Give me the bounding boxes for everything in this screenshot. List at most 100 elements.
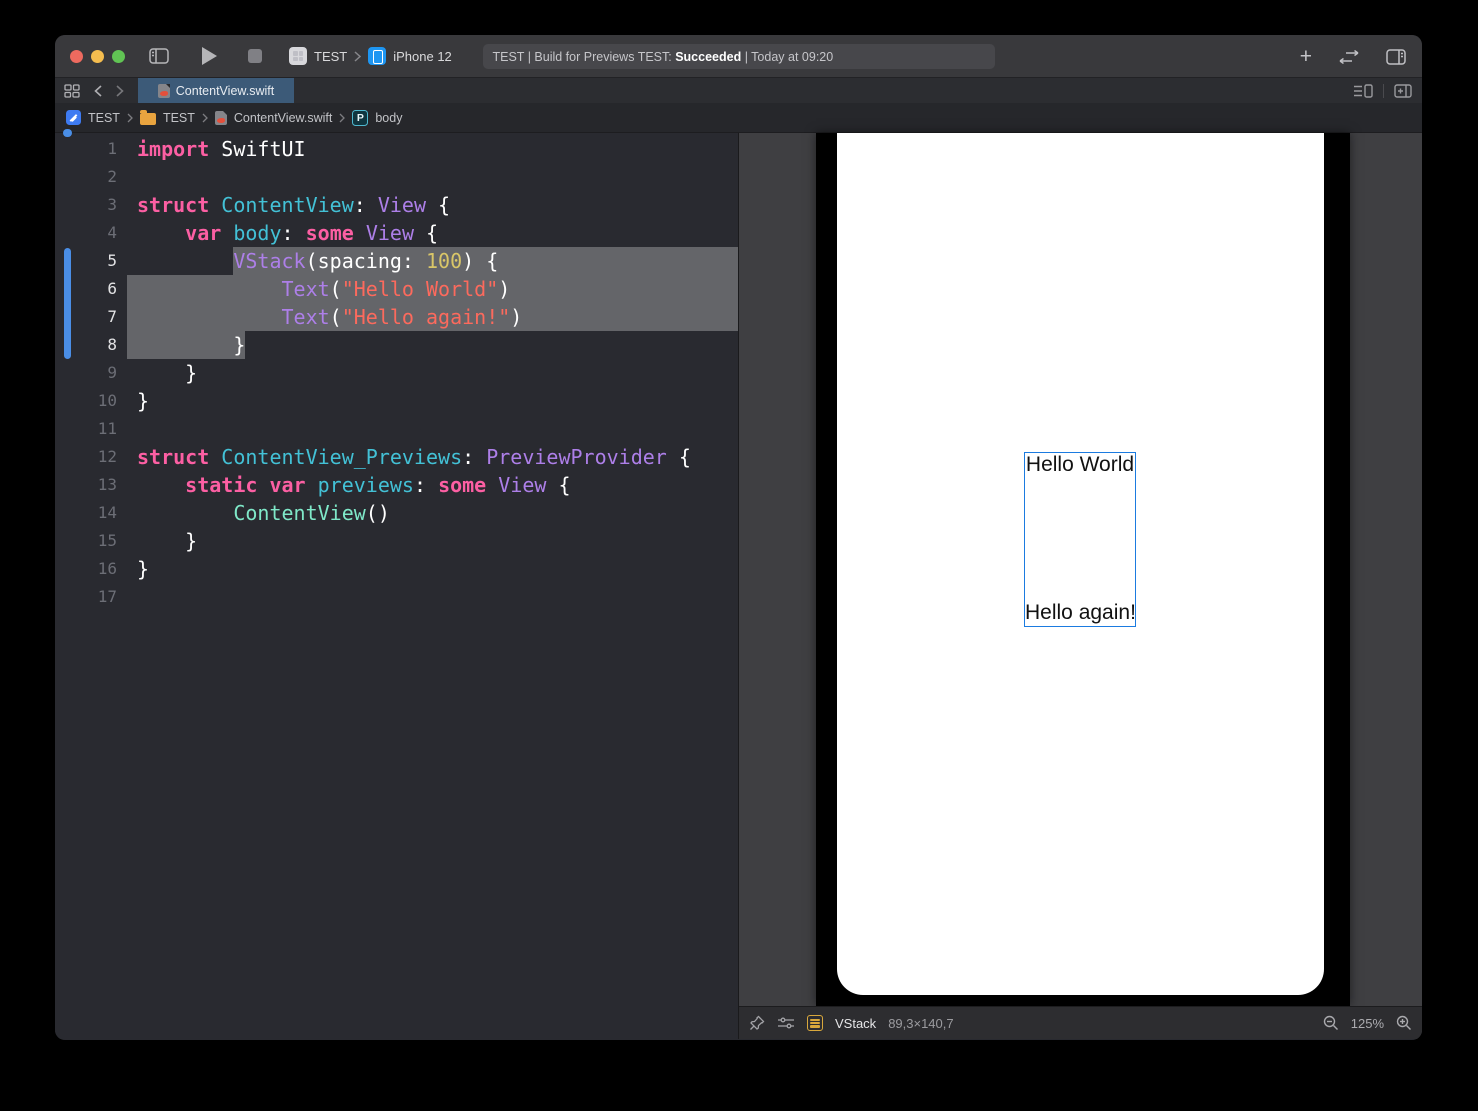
zoom-level[interactable]: 125%	[1351, 1016, 1384, 1031]
code-line[interactable]: 15 }	[55, 527, 738, 555]
line-number[interactable]: 2	[55, 163, 127, 191]
forward-navigation-icon[interactable]	[116, 85, 124, 97]
code-text[interactable]	[127, 583, 738, 611]
code-line[interactable]: 17	[55, 583, 738, 611]
code-line[interactable]: 1import SwiftUI	[55, 135, 738, 163]
change-marker-dot	[63, 129, 72, 137]
line-number[interactable]: 9	[55, 359, 127, 387]
code-line[interactable]: 13 static var previews: some View {	[55, 471, 738, 499]
line-number[interactable]: 4	[55, 219, 127, 247]
jumpbar-item-group[interactable]: TEST	[163, 111, 195, 125]
code-line[interactable]: 3struct ContentView: View {	[55, 191, 738, 219]
line-number[interactable]: 14	[55, 499, 127, 527]
token-pl: ) {	[462, 249, 498, 273]
code-text[interactable]: }	[127, 527, 738, 555]
code-text[interactable]: struct ContentView: View {	[127, 191, 738, 219]
line-number[interactable]: 3	[55, 191, 127, 219]
jumpbar-item-file[interactable]: ContentView.swift	[234, 111, 332, 125]
code-line[interactable]: 10}	[55, 387, 738, 415]
line-number[interactable]: 11	[55, 415, 127, 443]
code-line[interactable]: 14 ContentView()	[55, 499, 738, 527]
run-destination: iPhone 12	[393, 49, 452, 64]
run-button[interactable]	[202, 47, 217, 65]
tab-overview-icon[interactable]	[64, 84, 80, 98]
project-icon	[66, 110, 81, 125]
line-number[interactable]: 15	[55, 527, 127, 555]
line-number[interactable]: 10	[55, 387, 127, 415]
preview-inspector-icon[interactable]	[777, 1016, 795, 1030]
zoom-out-icon[interactable]	[1323, 1015, 1339, 1031]
code-text[interactable]: Text("Hello World")	[127, 275, 738, 303]
token-pl: }	[137, 333, 245, 357]
code-text[interactable]: }	[127, 387, 738, 415]
code-text[interactable]: ContentView()	[127, 499, 738, 527]
code-line[interactable]: 5 VStack(spacing: 100) {	[55, 247, 738, 275]
chevron-right-icon	[354, 51, 361, 62]
xcode-window: TEST iPhone 12 TEST | Build for Previews…	[55, 35, 1422, 1040]
line-number[interactable]: 13	[55, 471, 127, 499]
token-pl: :	[462, 445, 486, 469]
jumpbar-item-project[interactable]: TEST	[88, 111, 120, 125]
line-number[interactable]: 1	[55, 135, 127, 163]
zoom-in-icon[interactable]	[1396, 1015, 1412, 1031]
jumpbar-item-symbol[interactable]: body	[375, 111, 402, 125]
code-line[interactable]: 16}	[55, 555, 738, 583]
token-pl: }	[137, 529, 197, 553]
chevron-right-icon	[127, 113, 133, 123]
token-type: Text	[282, 305, 330, 329]
selected-view-size: 89,3×140,7	[888, 1016, 953, 1031]
token-pl: {	[414, 221, 438, 245]
code-line[interactable]: 11	[55, 415, 738, 443]
code-review-icon[interactable]	[1337, 50, 1361, 64]
vstack-selection-outline[interactable]: Hello World Hello again!	[1024, 452, 1136, 627]
folder-icon	[140, 113, 156, 125]
code-line[interactable]: 9 }	[55, 359, 738, 387]
library-add-icon[interactable]: +	[1300, 46, 1312, 67]
code-text[interactable]: }	[127, 359, 738, 387]
token-pl: (spacing:	[306, 249, 426, 273]
code-text[interactable]: import SwiftUI	[127, 135, 738, 163]
selected-view-label: VStack	[835, 1016, 876, 1031]
code-text[interactable]	[127, 163, 738, 191]
code-line[interactable]: 8 }	[55, 331, 738, 359]
code-text[interactable]: struct ContentView_Previews: PreviewProv…	[127, 443, 738, 471]
pin-preview-icon[interactable]	[749, 1015, 765, 1031]
minimize-window-button[interactable]	[91, 50, 104, 63]
token-kw: var	[185, 221, 221, 245]
code-text[interactable]: Text("Hello again!")	[127, 303, 738, 331]
swift-file-icon	[215, 111, 227, 125]
token-kw: var	[269, 473, 305, 497]
add-editor-icon[interactable]	[1394, 84, 1412, 98]
token-pl: (	[330, 277, 342, 301]
code-line[interactable]: 12struct ContentView_Previews: PreviewPr…	[55, 443, 738, 471]
inspector-sidebar-toggle-icon[interactable]	[1386, 49, 1406, 65]
code-line[interactable]: 6 Text("Hello World")	[55, 275, 738, 303]
preview-text-hello-world[interactable]: Hello World	[1025, 453, 1135, 477]
code-line[interactable]: 2	[55, 163, 738, 191]
preview-text-hello-again[interactable]: Hello again!	[1025, 601, 1135, 625]
code-text[interactable]: }	[127, 331, 738, 359]
editor-options-icon[interactable]	[1353, 84, 1373, 98]
code-text[interactable]	[127, 415, 738, 443]
line-number[interactable]: 16	[55, 555, 127, 583]
stop-button[interactable]	[248, 49, 262, 63]
iphone-screen[interactable]: Hello World Hello again!	[837, 133, 1324, 995]
tab-contentview-swift[interactable]: ContentView.swift	[138, 78, 294, 103]
token-num: 100	[426, 249, 462, 273]
code-text[interactable]: VStack(spacing: 100) {	[127, 247, 738, 275]
code-line[interactable]: 7 Text("Hello again!")	[55, 303, 738, 331]
chevron-right-icon	[202, 113, 208, 123]
code-line[interactable]: 4 var body: some View {	[55, 219, 738, 247]
line-number[interactable]: 17	[55, 583, 127, 611]
line-number[interactable]: 12	[55, 443, 127, 471]
back-navigation-icon[interactable]	[94, 85, 102, 97]
code-text[interactable]: var body: some View {	[127, 219, 738, 247]
code-text[interactable]: }	[127, 555, 738, 583]
navigator-sidebar-toggle-icon[interactable]	[149, 48, 169, 64]
source-editor[interactable]: 1import SwiftUI23struct ContentView: Vie…	[55, 133, 739, 1039]
scheme-selector[interactable]: TEST iPhone 12	[289, 47, 452, 65]
code-text[interactable]: static var previews: some View {	[127, 471, 738, 499]
close-window-button[interactable]	[70, 50, 83, 63]
zoom-window-button[interactable]	[112, 50, 125, 63]
activity-status-bar[interactable]: TEST | Build for Previews TEST: Succeede…	[483, 44, 995, 69]
